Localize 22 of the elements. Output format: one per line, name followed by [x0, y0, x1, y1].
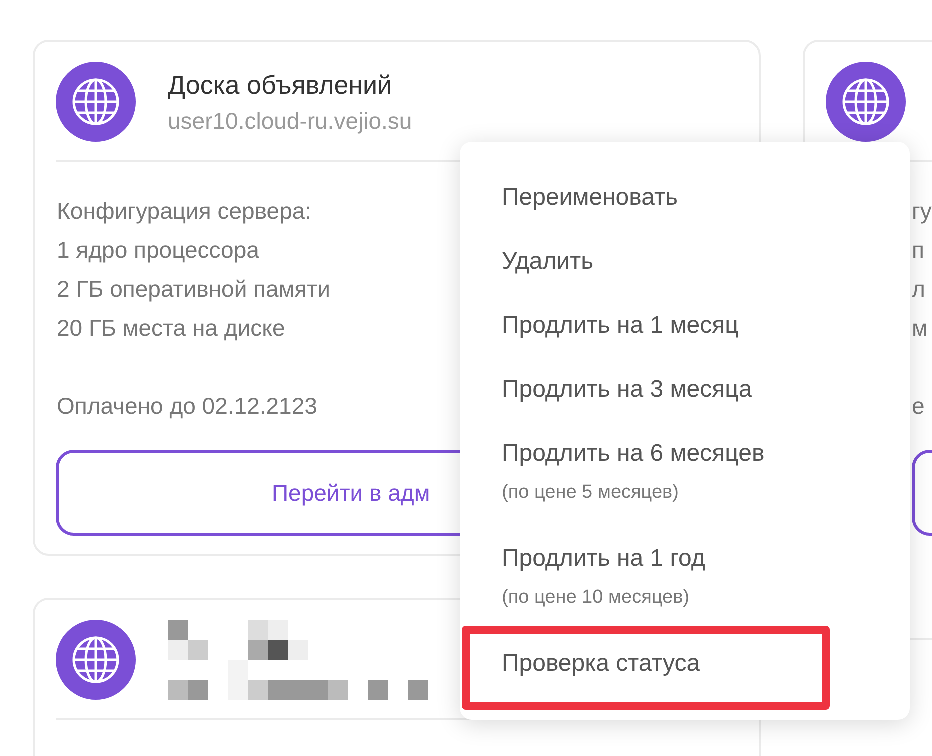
config-line: 1 ядро процессора: [57, 236, 260, 265]
globe-icon: [56, 620, 136, 700]
config-line: п: [912, 236, 926, 265]
menu-item-note: (по цене 10 месяцев): [502, 586, 690, 610]
menu-item[interactable]: Продлить на 3 месяца: [502, 374, 752, 406]
card-url: user10.cloud-ru.vejio.su: [168, 107, 412, 135]
config-line: е: [912, 392, 926, 421]
config-line: 20 ГБ места на диске: [57, 314, 286, 343]
menu-item[interactable]: Проверка статуса: [502, 648, 700, 680]
menu-item[interactable]: Продлить на 1 месяц: [502, 310, 739, 342]
menu-item[interactable]: Переименовать: [502, 182, 678, 214]
menu-item[interactable]: Продлить на 1 год: [502, 543, 706, 575]
config-line: гу: [912, 197, 932, 226]
config-heading: Конфигурация сервера:: [57, 197, 312, 226]
config-line: л: [912, 275, 926, 304]
config-line: м: [912, 314, 929, 343]
card-title: Доска объявлений: [168, 69, 394, 101]
menu-item[interactable]: Удалить: [502, 246, 594, 278]
paid-until-text: Оплачено до 02.12.2123: [57, 392, 318, 421]
config-line: 2 ГБ оперативной памяти: [57, 275, 330, 304]
globe-icon: [56, 62, 136, 142]
menu-item-note: (по цене 5 месяцев): [502, 481, 679, 505]
